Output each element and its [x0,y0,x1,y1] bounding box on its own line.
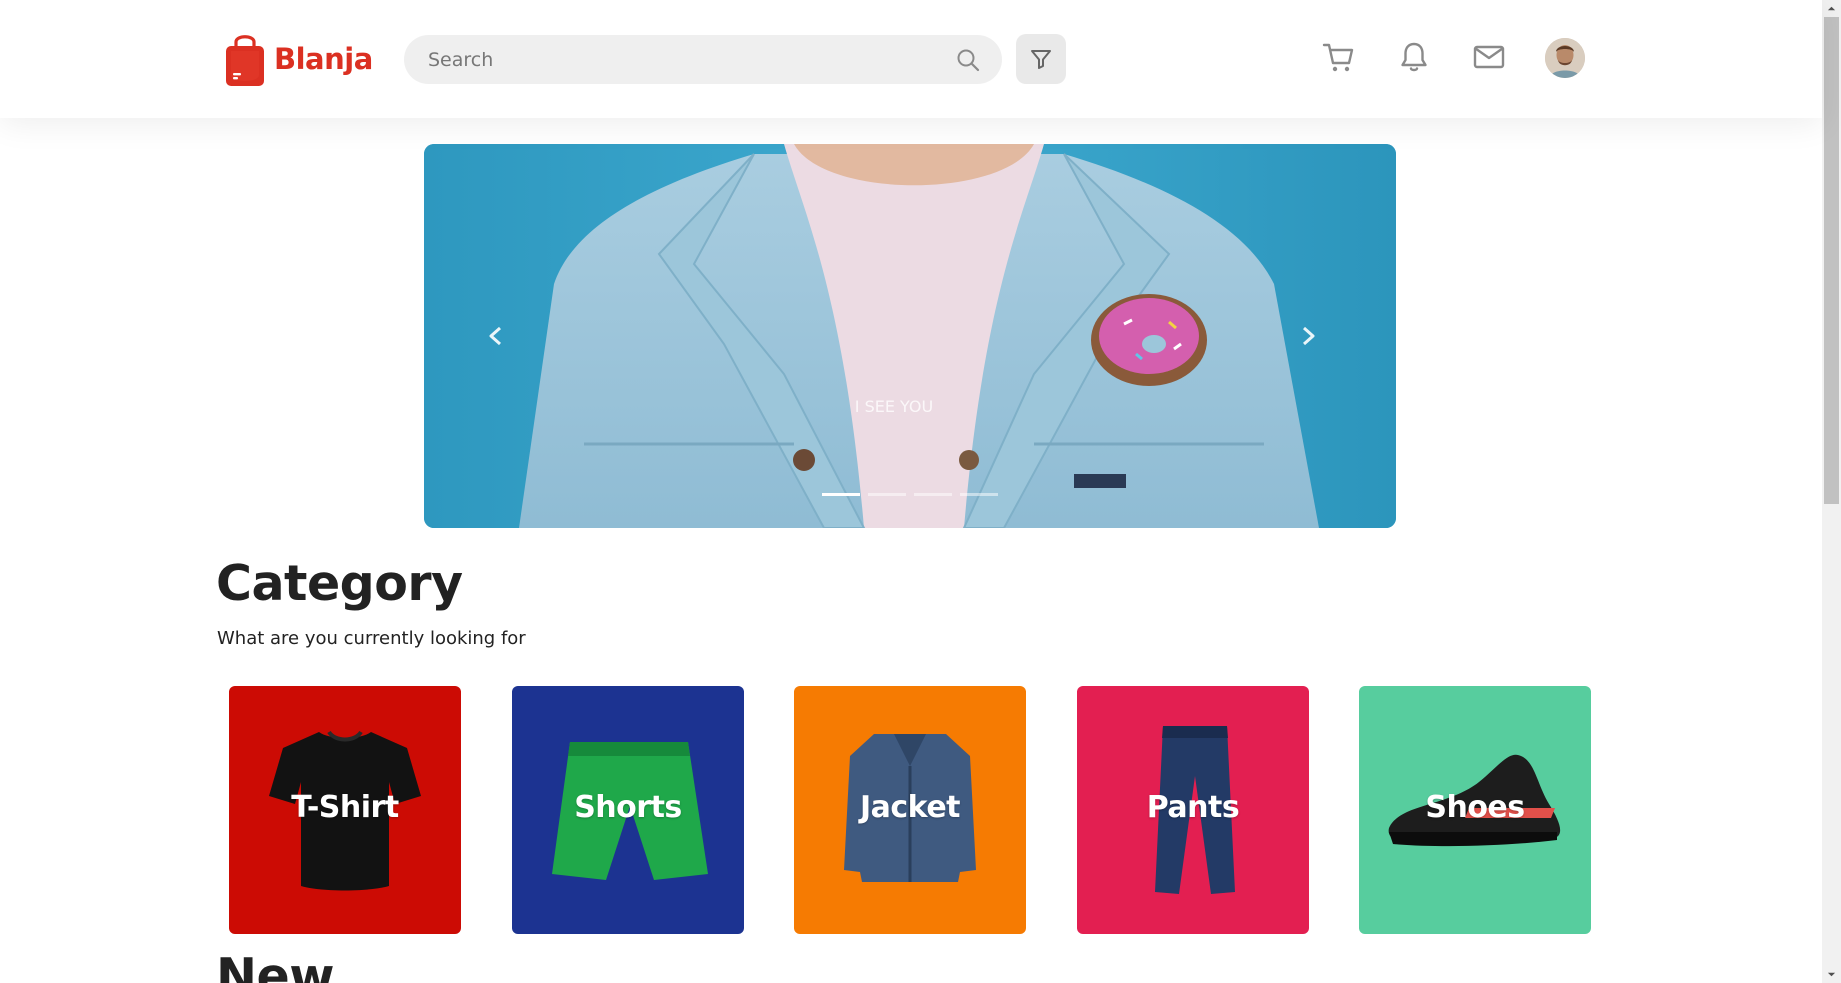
search-icon[interactable] [956,48,980,72]
carousel-indicator[interactable] [868,493,906,496]
notifications-button[interactable] [1397,40,1431,74]
brand-name: Blanja [274,42,373,76]
category-card-shorts[interactable]: Shorts [512,686,744,934]
scroll-down-button[interactable] [1822,966,1841,983]
category-label: Shoes [1425,790,1525,825]
category-label: Pants [1146,790,1240,825]
category-label: T-Shirt [291,790,399,825]
category-subtitle: What are you currently looking for [217,628,526,649]
category-card-shoes[interactable]: Shoes [1359,686,1591,934]
carousel-prev-button[interactable] [476,316,516,356]
mail-icon [1473,45,1505,69]
user-avatar-image [1545,38,1585,78]
cart-icon [1322,43,1354,72]
scroll-up-arrow-icon [1827,6,1836,11]
category-label: Jacket [859,790,961,825]
hero-carousel: I SEE YOU [424,144,1396,528]
carousel-indicator[interactable] [914,493,952,496]
carousel-next-button[interactable] [1288,316,1328,356]
shopping-bag-logo-icon [226,35,264,86]
cart-button[interactable] [1322,40,1356,74]
carousel-indicator[interactable] [822,493,860,496]
search-bar [404,35,1002,84]
category-card-jacket[interactable]: Jacket [794,686,1026,934]
category-card-tshirt[interactable]: T-Shirt [229,686,461,934]
slide-shirt-text: I SEE YOU [855,397,933,416]
user-avatar[interactable] [1545,38,1585,78]
top-navbar: Blanja [0,0,1822,118]
messages-button[interactable] [1472,40,1506,74]
chevron-left-icon [489,326,501,346]
carousel-slide-image: I SEE YOU [424,144,1396,528]
category-label: Shorts [574,790,682,825]
new-section-title: New [216,948,335,983]
page-scrollbar[interactable] [1822,0,1841,983]
scroll-up-button[interactable] [1822,0,1841,17]
carousel-indicators [424,493,1396,496]
search-input[interactable] [428,35,928,84]
scrollbar-thumb[interactable] [1824,17,1839,504]
filter-button[interactable] [1016,34,1066,84]
category-card-pants[interactable]: Pants [1077,686,1309,934]
scroll-down-arrow-icon [1827,972,1836,977]
carousel-indicator[interactable] [960,493,998,496]
chevron-right-icon [1303,326,1315,346]
filter-icon [1031,50,1051,69]
brand-logo[interactable]: Blanja [224,30,373,88]
page: Blanja Search I SEE YOU Category What ar… [0,0,1841,983]
bell-icon [1401,42,1427,72]
category-title: Category [216,555,463,612]
